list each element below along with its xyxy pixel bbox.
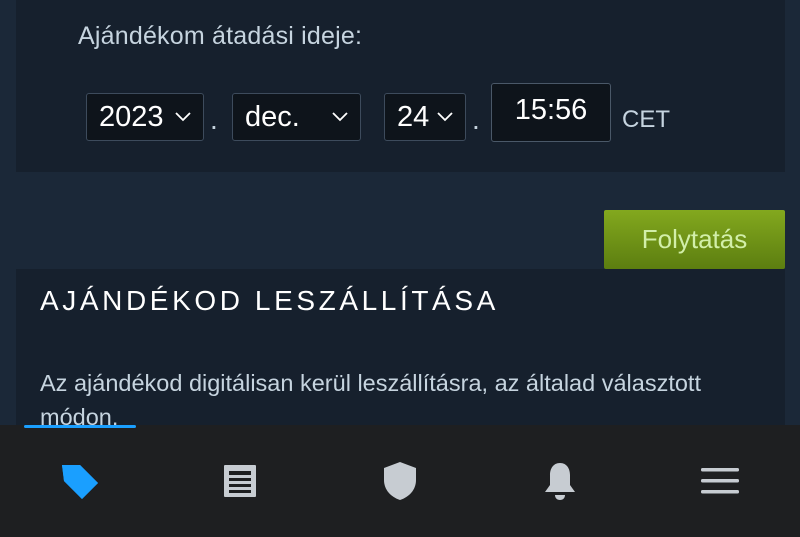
bottom-navigation xyxy=(0,425,800,537)
month-select-value: dec. xyxy=(245,100,300,133)
day-select-value: 24 xyxy=(397,100,430,133)
chevron-down-icon xyxy=(171,105,195,129)
month-select[interactable]: dec. xyxy=(232,93,361,141)
delivery-description: Az ajándékod digitálisan kerül leszállít… xyxy=(40,370,701,430)
year-select-value: 2023 xyxy=(99,100,164,133)
news-icon xyxy=(223,464,257,498)
delivery-title: AJÁNDÉKOD LESZÁLLÍTÁSA xyxy=(40,285,499,316)
chevron-down-icon xyxy=(433,105,457,129)
time-input[interactable]: 15:56 xyxy=(491,83,611,142)
shield-icon xyxy=(383,461,417,501)
nav-menu[interactable] xyxy=(640,425,800,537)
nav-store[interactable] xyxy=(0,425,160,537)
gift-delivery-panel: AJÁNDÉKOD LESZÁLLÍTÁSA Az ajándékod digi… xyxy=(16,269,785,439)
day-select[interactable]: 24 xyxy=(384,93,466,141)
gift-schedule-panel: Ajándékom átadási ideje: xyxy=(16,0,785,172)
date-separator: . xyxy=(210,104,218,135)
tag-icon xyxy=(60,461,100,501)
nav-news[interactable] xyxy=(160,425,320,537)
nav-security[interactable] xyxy=(320,425,480,537)
bell-icon xyxy=(543,461,577,501)
year-select[interactable]: 2023 xyxy=(86,93,204,141)
continue-button[interactable]: Folytatás xyxy=(604,210,785,269)
date-separator: . xyxy=(472,104,480,135)
gift-checkout-page: Ajándékom átadási ideje: 2023 . dec. 24 … xyxy=(0,0,800,537)
menu-icon xyxy=(700,466,740,496)
gift-schedule-label: Ajándékom átadási ideje: xyxy=(78,22,363,50)
nav-notifications[interactable] xyxy=(480,425,640,537)
chevron-down-icon xyxy=(328,105,352,129)
timezone-label: CET xyxy=(622,106,670,133)
